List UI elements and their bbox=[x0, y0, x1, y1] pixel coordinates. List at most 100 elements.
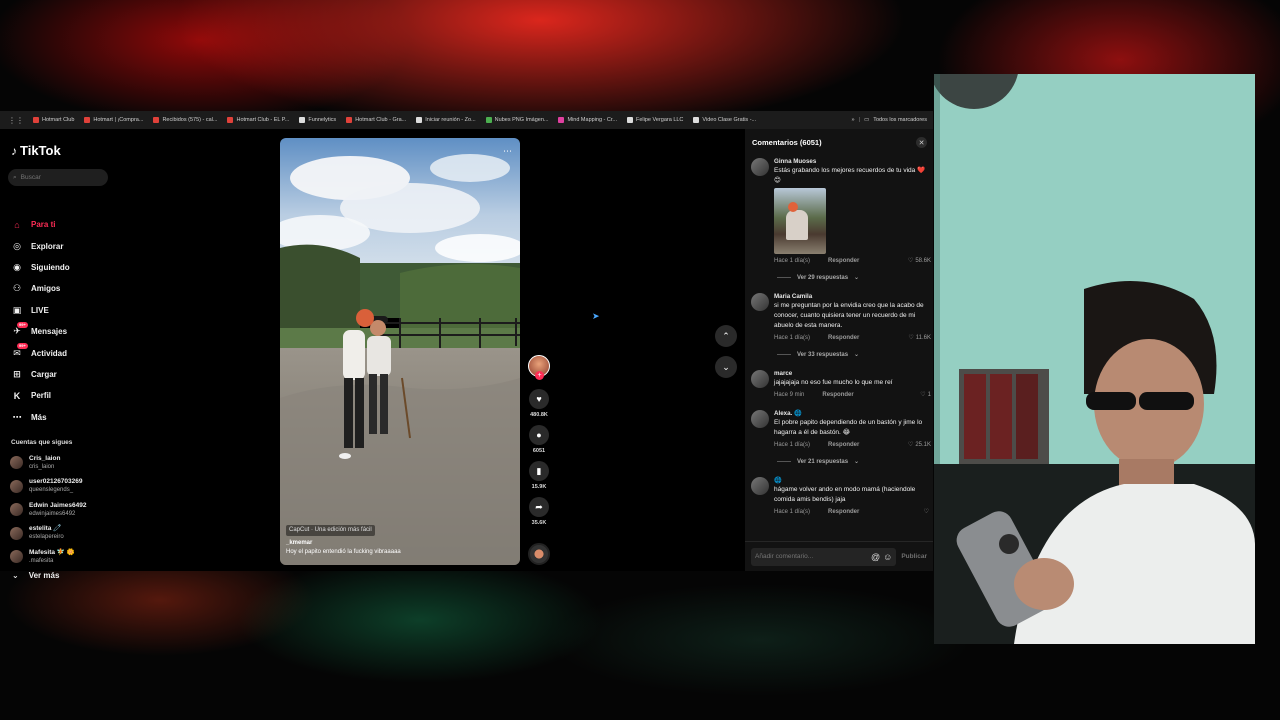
author-avatar-action[interactable]: + bbox=[527, 355, 551, 380]
account-names: estelita 🧷 estelapereiro bbox=[29, 525, 64, 541]
nav-item-cargar[interactable]: ⊞ Cargar bbox=[11, 364, 70, 385]
apps-grid-icon[interactable]: ⋮⋮ bbox=[4, 116, 28, 125]
share-action[interactable]: ➦ 35.6K bbox=[527, 497, 551, 526]
reply-button[interactable]: Responder bbox=[828, 509, 859, 515]
chevron-right-icon[interactable]: » bbox=[851, 117, 854, 123]
music-disc-icon[interactable] bbox=[528, 543, 550, 565]
mention-icon[interactable]: @ bbox=[871, 552, 880, 562]
bookmark-item[interactable]: Recibidos (575) - cal... bbox=[148, 117, 222, 123]
bookmark-icon[interactable]: ▮ bbox=[529, 461, 549, 481]
all-bookmarks-link[interactable]: Todos los marcadores bbox=[873, 117, 927, 123]
nav-item-mensajes[interactable]: ✈ 99+ Mensajes bbox=[11, 321, 70, 342]
main-nav: ⌂ Para ti ◎ Explorar ◉ Siguiendo ⚇ Amigos ▣ LIVE ✈… bbox=[11, 214, 70, 428]
tiktok-logo[interactable]: ♪ TikTok bbox=[11, 143, 61, 158]
reply-button[interactable]: Responder bbox=[828, 258, 859, 264]
view-replies-button[interactable]: Ver 29 respuestas ⌄ bbox=[774, 274, 931, 282]
comment-input[interactable] bbox=[755, 553, 868, 560]
nav-item-más[interactable]: ⋯ Más bbox=[11, 407, 70, 428]
see-more-button[interactable]: ⌄ Ver más bbox=[12, 571, 59, 580]
bookmark-favicon-icon bbox=[693, 117, 700, 123]
emoji-icon[interactable]: ☺ bbox=[883, 552, 892, 562]
reply-button[interactable]: Responder bbox=[828, 442, 859, 448]
comment-username[interactable]: marce bbox=[774, 370, 931, 378]
like-action[interactable]: ♥ 480.8K bbox=[527, 389, 551, 418]
bookmark-item[interactable]: Hotmart Club - EL P... bbox=[222, 117, 294, 123]
bookmark-item[interactable]: Hotmart Club - Gra... bbox=[341, 117, 411, 123]
comment-action[interactable]: ● 6051 bbox=[527, 425, 551, 454]
comment-username[interactable]: Maria Camila bbox=[774, 293, 931, 301]
avatar[interactable] bbox=[751, 477, 769, 495]
nav-item-live[interactable]: ▣ LIVE bbox=[11, 300, 70, 321]
video-author[interactable]: _kmemar bbox=[286, 540, 312, 546]
profile-icon: K bbox=[13, 390, 21, 401]
following-account[interactable]: Cris_laion cris_laion bbox=[10, 451, 86, 475]
nav-item-perfil[interactable]: K Perfil bbox=[11, 385, 70, 406]
avatar bbox=[10, 456, 23, 470]
nav-item-siguiendo[interactable]: ◉ Siguiendo bbox=[11, 257, 70, 278]
comment-username[interactable]: Ginna Muoses bbox=[774, 158, 931, 166]
bookmark-favicon-icon bbox=[558, 117, 565, 123]
reply-button[interactable]: Responder bbox=[828, 335, 859, 341]
publish-button[interactable]: Publicar bbox=[901, 553, 927, 560]
comment-image[interactable] bbox=[774, 188, 826, 254]
comment-like-button[interactable]: ♡ 1 bbox=[920, 391, 931, 399]
view-replies-button[interactable]: Ver 33 respuestas ⌄ bbox=[774, 351, 931, 359]
heart-icon[interactable]: ♥ bbox=[529, 389, 549, 409]
nav-item-explorar[interactable]: ◎ Explorar bbox=[11, 235, 70, 256]
bookmark-item[interactable]: Funnelytics bbox=[294, 117, 341, 123]
bookmark-favicon-icon bbox=[346, 117, 353, 123]
close-icon[interactable]: ✕ bbox=[916, 137, 927, 148]
avatar[interactable]: + bbox=[528, 355, 550, 380]
bookmark-item[interactable]: Iniciar reunión - Zo... bbox=[411, 117, 480, 123]
comment-body: 🌐 hágame volver ando en modo mamá (hacien… bbox=[774, 477, 931, 515]
comment-username[interactable]: 🌐 bbox=[774, 477, 931, 485]
comment-like-button[interactable]: ♡ 11.6K bbox=[908, 334, 931, 342]
bookmark-item[interactable]: Hotmart | ¡Compra... bbox=[79, 117, 148, 123]
bookmark-label: Hotmart Club - Gra... bbox=[355, 117, 407, 123]
bookmark-item[interactable]: Hotmart Club bbox=[28, 117, 79, 123]
bookmark-item[interactable]: Felipe Vergara LLC bbox=[622, 117, 688, 123]
following-account[interactable]: estelita 🧷 estelapereiro bbox=[10, 522, 86, 546]
comment-username[interactable]: Alexa. 🌐 bbox=[774, 410, 931, 418]
view-replies-label: Ver 21 respuestas bbox=[797, 458, 849, 465]
account-handle: cris_laion bbox=[29, 463, 55, 470]
bookmarks-right: » | ▭ Todos los marcadores bbox=[851, 117, 933, 123]
comment-like-button[interactable]: ♡ 58.6K bbox=[908, 257, 931, 265]
reply-button[interactable]: Responder bbox=[822, 392, 853, 398]
comments-list[interactable]: Ginna Muoses Estás grabando los mejores r… bbox=[751, 158, 931, 532]
avatar[interactable] bbox=[751, 293, 769, 311]
video-player[interactable]: ⋯ CapCut · Una edición más fácil _kmemar… bbox=[280, 138, 520, 565]
comment-like-button[interactable]: ♡ 25.1K bbox=[908, 441, 931, 449]
avatar[interactable] bbox=[751, 370, 769, 388]
account-handle: estelapereiro bbox=[29, 534, 64, 541]
avatar[interactable] bbox=[751, 158, 769, 176]
comment-icon[interactable]: ● bbox=[529, 425, 549, 445]
chevron-down-icon[interactable]: ⌄ bbox=[715, 356, 737, 378]
bookmark-item[interactable]: Nubes PNG Imágen... bbox=[481, 117, 554, 123]
nav-item-actividad[interactable]: ✉ 99+ Actividad bbox=[11, 342, 70, 363]
avatar[interactable] bbox=[751, 410, 769, 428]
following-account[interactable]: Edwin Jaimes6492 edwinjaimes6492 bbox=[10, 498, 86, 522]
chevron-up-icon[interactable]: ⌃ bbox=[715, 325, 737, 347]
save-action[interactable]: ▮ 15.9K bbox=[527, 461, 551, 490]
share-icon[interactable]: ➦ bbox=[529, 497, 549, 517]
following-account[interactable]: Mafesita 🧚 🌼 .mafesita bbox=[10, 545, 86, 569]
comment-like-button[interactable]: ♡ bbox=[924, 508, 931, 515]
following-accounts-title: Cuentas que sigues bbox=[11, 439, 73, 446]
more-options-icon[interactable]: ⋯ bbox=[503, 146, 512, 157]
nav-item-para-ti[interactable]: ⌂ Para ti bbox=[11, 214, 70, 235]
avatar bbox=[10, 526, 23, 540]
following-account[interactable]: user02126703269 queenslegends_ bbox=[10, 475, 86, 499]
bookmark-item[interactable]: Video Clase Gratis -... bbox=[688, 117, 761, 123]
search-box[interactable]: ⌕ bbox=[8, 169, 108, 186]
bookmark-item[interactable]: Mind Mapping - Cr... bbox=[553, 117, 622, 123]
view-replies-button[interactable]: Ver 21 respuestas ⌄ bbox=[774, 458, 931, 466]
comment-input-box[interactable]: @ ☺ bbox=[751, 547, 897, 566]
nav-item-amigos[interactable]: ⚇ Amigos bbox=[11, 278, 70, 299]
heart-outline-icon: ♡ bbox=[920, 392, 926, 398]
comment-text: jajajajaja no eso fue mucho lo que me re… bbox=[774, 379, 893, 386]
capcut-tag[interactable]: CapCut · Una edición más fácil bbox=[286, 525, 375, 536]
search-input[interactable] bbox=[20, 174, 96, 181]
chevron-down-icon: ⌄ bbox=[854, 459, 860, 465]
follow-plus-icon[interactable]: + bbox=[535, 371, 544, 380]
